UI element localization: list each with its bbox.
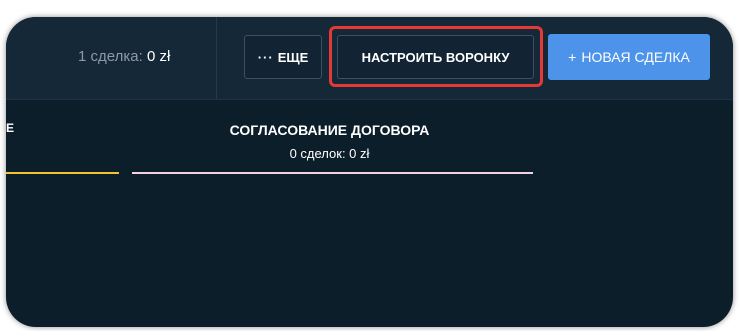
pipeline-toolbar: 1 сделка: 0 zł ··· ЕЩЕ НАСТРОИТЬ ВОРОНКУ…: [6, 17, 733, 100]
new-deal-label: НОВАЯ СДЕЛКА: [581, 49, 690, 65]
prev-stage-bar: [6, 172, 119, 174]
more-button-label: ЕЩЕ: [277, 49, 309, 65]
configure-pipeline-label: НАСТРОИТЬ ВОРОНКУ: [361, 49, 510, 65]
deals-count: 1 сделка:: [78, 48, 143, 65]
toolbar-divider: [216, 17, 217, 99]
more-button[interactable]: ··· ЕЩЕ: [244, 35, 322, 79]
deals-summary: 1 сделка: 0 zł: [78, 48, 170, 65]
app-window: 1 сделка: 0 zł ··· ЕЩЕ НАСТРОИТЬ ВОРОНКУ…: [6, 17, 733, 327]
new-deal-button[interactable]: + НОВАЯ СДЕЛКА: [548, 34, 710, 80]
deals-total: 0 zł: [146, 48, 171, 65]
stage-title[interactable]: СОГЛАСОВАНИЕ ДОГОВОРА: [126, 122, 533, 138]
stage-deals-count: 0 сделок: 0 zł: [289, 146, 370, 161]
prev-stage-title-fragment: Е: [6, 121, 15, 135]
configure-pipeline-button[interactable]: НАСТРОИТЬ ВОРОНКУ: [337, 35, 534, 79]
stage-bar: [132, 172, 533, 174]
plus-icon: +: [568, 49, 577, 65]
ellipsis-icon: ···: [257, 49, 274, 65]
